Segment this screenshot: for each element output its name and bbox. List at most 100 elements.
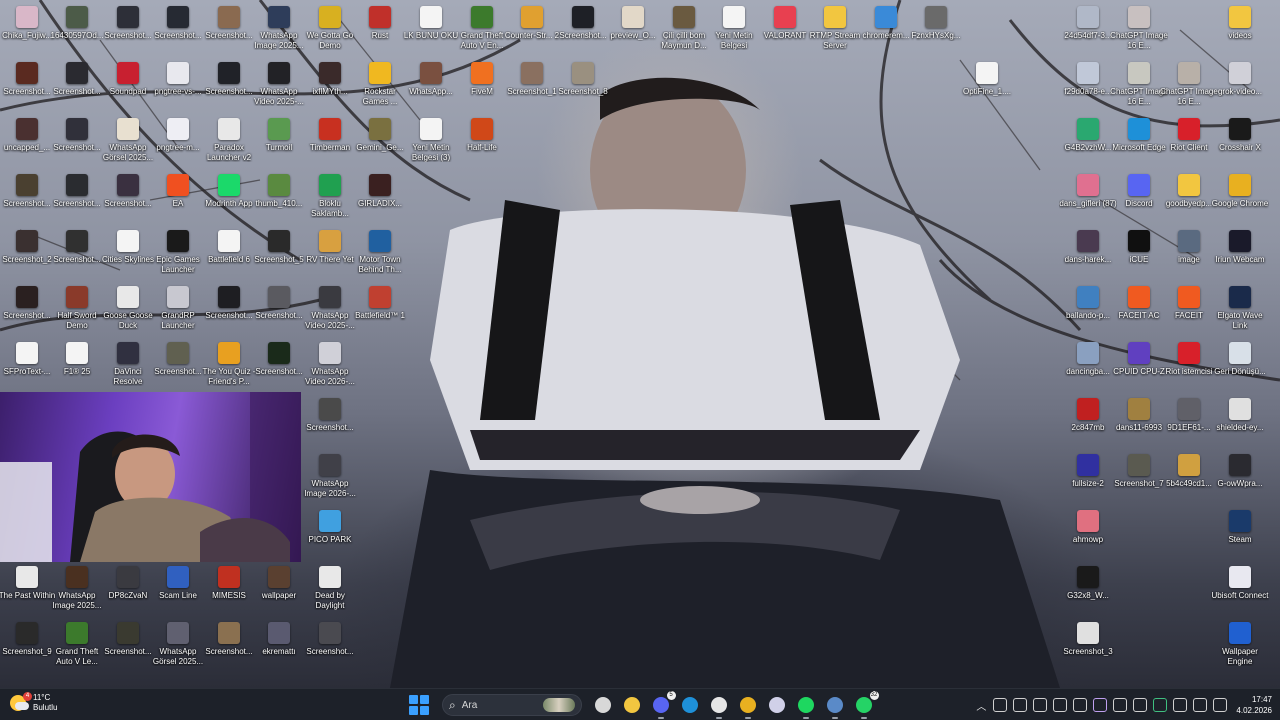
desktop-icon[interactable]: Screenshot... [50, 113, 104, 167]
desktop-icon[interactable]: Geri Dönüşü... [1213, 337, 1267, 391]
desktop-icon[interactable]: WhatsApp Image 2025... [252, 1, 306, 55]
desktop-icon[interactable]: Screenshot... [252, 337, 306, 391]
desktop-icon[interactable]: Goose Goose Duck [101, 281, 155, 335]
taskbar-search[interactable]: ⌕ Ara [442, 694, 582, 716]
desktop-icon[interactable]: f29d0a78-e... [1061, 57, 1115, 111]
desktop-icon[interactable]: WhatsApp Video 2026-... [303, 337, 357, 391]
desktop-icon[interactable]: Screenshot... [101, 617, 155, 671]
desktop-icon[interactable]: Grand Theft Auto V Le... [50, 617, 104, 671]
desktop-icon[interactable]: WhatsApp Görsel 2025... [151, 617, 205, 671]
desktop-icon[interactable]: Screenshot_9 [0, 617, 54, 671]
desktop-icon[interactable]: pngtree-vs-... [151, 57, 205, 111]
desktop-icon[interactable]: G32x8_W... [1061, 561, 1115, 615]
desktop-icon[interactable]: Scam Line [151, 561, 205, 615]
desktop-icon[interactable]: Ubisoft Connect [1212, 561, 1268, 615]
desktop-icon[interactable]: preview_O... [606, 1, 660, 55]
taskbar-app-edge[interactable] [679, 694, 701, 716]
taskbar-app-steam[interactable] [824, 694, 846, 719]
desktop-icon[interactable]: Elgato Wave Link [1213, 281, 1267, 335]
taskbar-app-media-player[interactable] [766, 694, 788, 716]
desktop-icon[interactable]: grok-video... [1213, 57, 1267, 111]
desktop-icon[interactable]: Paradox Launcher v2 [202, 113, 256, 167]
tray-feather-icon[interactable] [1093, 698, 1108, 712]
desktop-icon[interactable]: Cities Skylines [101, 225, 155, 279]
desktop-icon[interactable]: Gemini_Ge... [353, 113, 407, 167]
desktop-icon[interactable]: iCUE [1112, 225, 1166, 279]
desktop-icon[interactable]: Rust [353, 1, 407, 55]
desktop-icon[interactable]: FACEIT AC [1112, 281, 1166, 335]
tray-steam-icon[interactable] [1073, 698, 1088, 712]
start-button[interactable] [408, 694, 430, 716]
desktop-icon[interactable]: Iriun Webcam [1213, 225, 1267, 279]
desktop-icon[interactable]: shielded-ey... [1213, 393, 1267, 447]
desktop-icon[interactable]: Chika_Fujiw... [0, 1, 54, 55]
desktop-icon[interactable]: MIMESIS [202, 561, 256, 615]
desktop-icon[interactable]: The You Quiz - Friend's P... [202, 337, 256, 391]
desktop-icon[interactable]: Crosshair X [1213, 113, 1267, 167]
tray-tray-app-icon[interactable] [1053, 698, 1068, 712]
taskbar-app-spotify[interactable] [795, 694, 817, 719]
desktop-icon[interactable]: Dead by Daylight [303, 561, 357, 615]
desktop-icon[interactable]: Turmoil [252, 113, 306, 167]
desktop-icon[interactable]: Screenshot... [101, 169, 155, 223]
desktop-icon[interactable]: Screenshot... [556, 1, 610, 55]
desktop-icon[interactable]: dans-harek... [1061, 225, 1115, 279]
desktop-icon[interactable]: Screenshot... [50, 225, 104, 279]
desktop-icon[interactable]: RTMP Stream Server [808, 1, 862, 55]
desktop-icon[interactable]: Timberman [303, 113, 357, 167]
desktop-icon[interactable]: Screenshot... [0, 169, 54, 223]
desktop-icon[interactable]: Discord [1112, 169, 1166, 223]
tray-volume-icon[interactable] [1213, 698, 1228, 712]
desktop-icon[interactable]: G-owWpra... [1213, 449, 1267, 503]
desktop-icon[interactable]: chromerem... [859, 1, 913, 55]
desktop-icon[interactable]: ChatGPT Image 16 E... [1110, 57, 1168, 111]
tray-bluetooth-icon[interactable] [1133, 698, 1148, 712]
tray-arrows-icon[interactable] [1113, 698, 1128, 712]
desktop-icon[interactable]: EA [151, 169, 205, 223]
desktop-icon[interactable]: WhatsApp Video 2025-... [303, 281, 357, 335]
desktop-icon[interactable]: 9D1EF61-... [1162, 393, 1216, 447]
desktop-icon[interactable]: Çili çilli bom Maymun D... [657, 1, 711, 55]
desktop-icon[interactable]: WhatsApp Image 2025... [50, 561, 104, 615]
desktop-icon[interactable]: Screenshot_7 [1112, 449, 1166, 503]
desktop-icon[interactable]: CPUID CPU-Z [1112, 337, 1166, 391]
desktop-icon[interactable]: Screenshot... [252, 281, 306, 335]
desktop-icon[interactable]: Soundpad [101, 57, 155, 111]
desktop-icon[interactable]: PICO PARK [303, 505, 357, 559]
desktop-icon[interactable]: Screenshot... [202, 281, 256, 335]
show-hidden-icons-chevron-icon[interactable]: ︿ [976, 698, 986, 713]
desktop-icon[interactable]: Screenshot_2 [0, 225, 54, 279]
desktop-icon[interactable]: videos [1213, 1, 1267, 55]
desktop-icon[interactable]: Riot Client [1162, 113, 1216, 167]
desktop-icon[interactable]: goodbyedp... [1162, 169, 1216, 223]
desktop-icon[interactable]: Screenshot... [0, 57, 54, 111]
tray-shield-icon[interactable] [1153, 698, 1168, 712]
taskbar-app-whatsapp[interactable]: 32 [853, 691, 879, 719]
desktop-icon[interactable]: Wallpaper Engine [1213, 617, 1267, 671]
desktop-icon[interactable]: Screenshot... [303, 393, 357, 447]
clock[interactable]: 17:47 4.02.2026 [1236, 694, 1272, 716]
tray-network-icon[interactable] [1193, 698, 1208, 712]
desktop-icon[interactable]: dans11-6993 [1112, 393, 1166, 447]
desktop-icon[interactable]: image [1162, 225, 1216, 279]
tray-microphone-icon[interactable] [1173, 698, 1188, 712]
desktop-icon[interactable]: Screenshot... [0, 281, 54, 335]
desktop-icon[interactable]: ChatGPT Image 16 E... [1110, 1, 1168, 55]
desktop-icon[interactable]: SFProText-... [0, 337, 54, 391]
desktop-icon[interactable]: Screenshot... [303, 617, 357, 671]
desktop-icon[interactable]: F1® 25 [50, 337, 104, 391]
desktop-icon[interactable]: Screenshot... [202, 57, 256, 111]
desktop-icon[interactable]: 24d54df7-3... [1061, 1, 1115, 55]
taskbar-app-file-explorer[interactable] [621, 694, 643, 716]
desktop-icon[interactable]: ekremattı [252, 617, 306, 671]
desktop-icon[interactable]: thumb_410... [252, 169, 306, 223]
desktop-icon[interactable]: Screenshot_1 [505, 57, 559, 111]
tray-discord-icon[interactable] [1013, 698, 1028, 712]
desktop-icon[interactable]: Screenshot... [202, 617, 256, 671]
desktop-icon[interactable]: Screenshot... [151, 1, 205, 55]
desktop-icon[interactable]: 2c847mb [1061, 393, 1115, 447]
desktop-icon[interactable]: Screenshot_8 [556, 57, 610, 111]
desktop-icon[interactable]: Grand Theft Auto V En... [455, 1, 509, 55]
desktop-icon[interactable]: FznxHYsXg... [909, 1, 963, 55]
desktop-icon[interactable]: OptiFine_1.... [960, 57, 1014, 111]
